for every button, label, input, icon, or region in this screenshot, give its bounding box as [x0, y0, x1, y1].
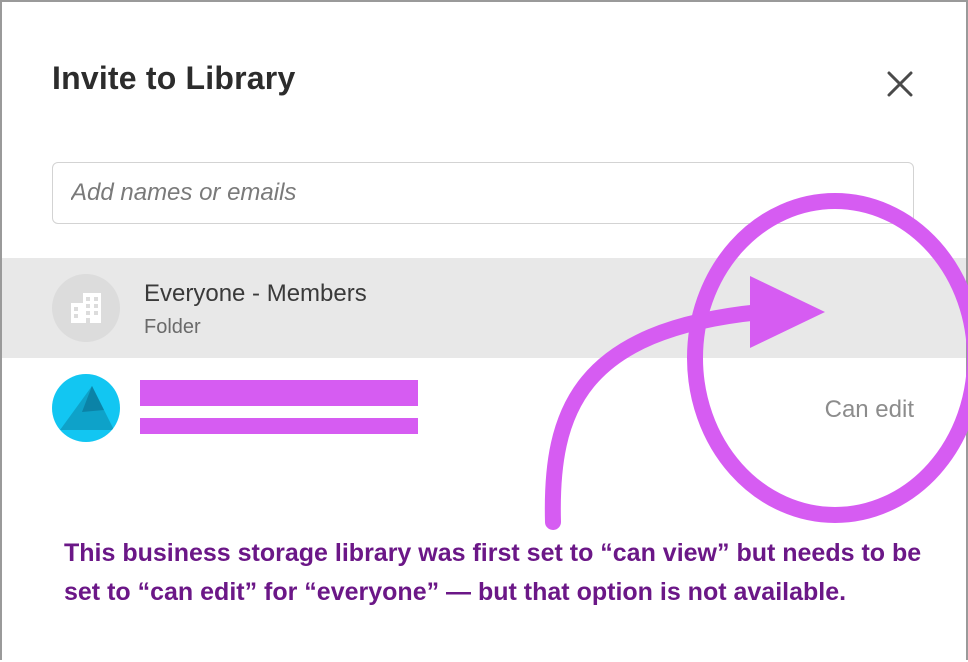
- user-avatar: [52, 374, 120, 442]
- member-subtitle: Folder: [144, 316, 201, 338]
- redaction-bar: [140, 380, 418, 406]
- search-field[interactable]: [52, 162, 914, 224]
- member-row-everyone[interactable]: Everyone - Members Folder: [2, 258, 966, 358]
- permission-dropdown[interactable]: Can edit: [825, 396, 914, 424]
- avatar-graphic: [60, 386, 114, 430]
- search-input[interactable]: [53, 163, 913, 223]
- close-button[interactable]: [878, 62, 922, 106]
- redaction-bar: [140, 418, 418, 434]
- group-avatar: [52, 274, 120, 342]
- dialog-title: Invite to Library: [52, 60, 296, 96]
- member-row-user[interactable]: Can edit: [2, 360, 966, 460]
- member-name: Everyone - Members: [144, 280, 367, 307]
- annotation-caption: This business storage library was first …: [64, 539, 922, 606]
- building-icon: [71, 293, 101, 323]
- close-icon: [887, 71, 913, 97]
